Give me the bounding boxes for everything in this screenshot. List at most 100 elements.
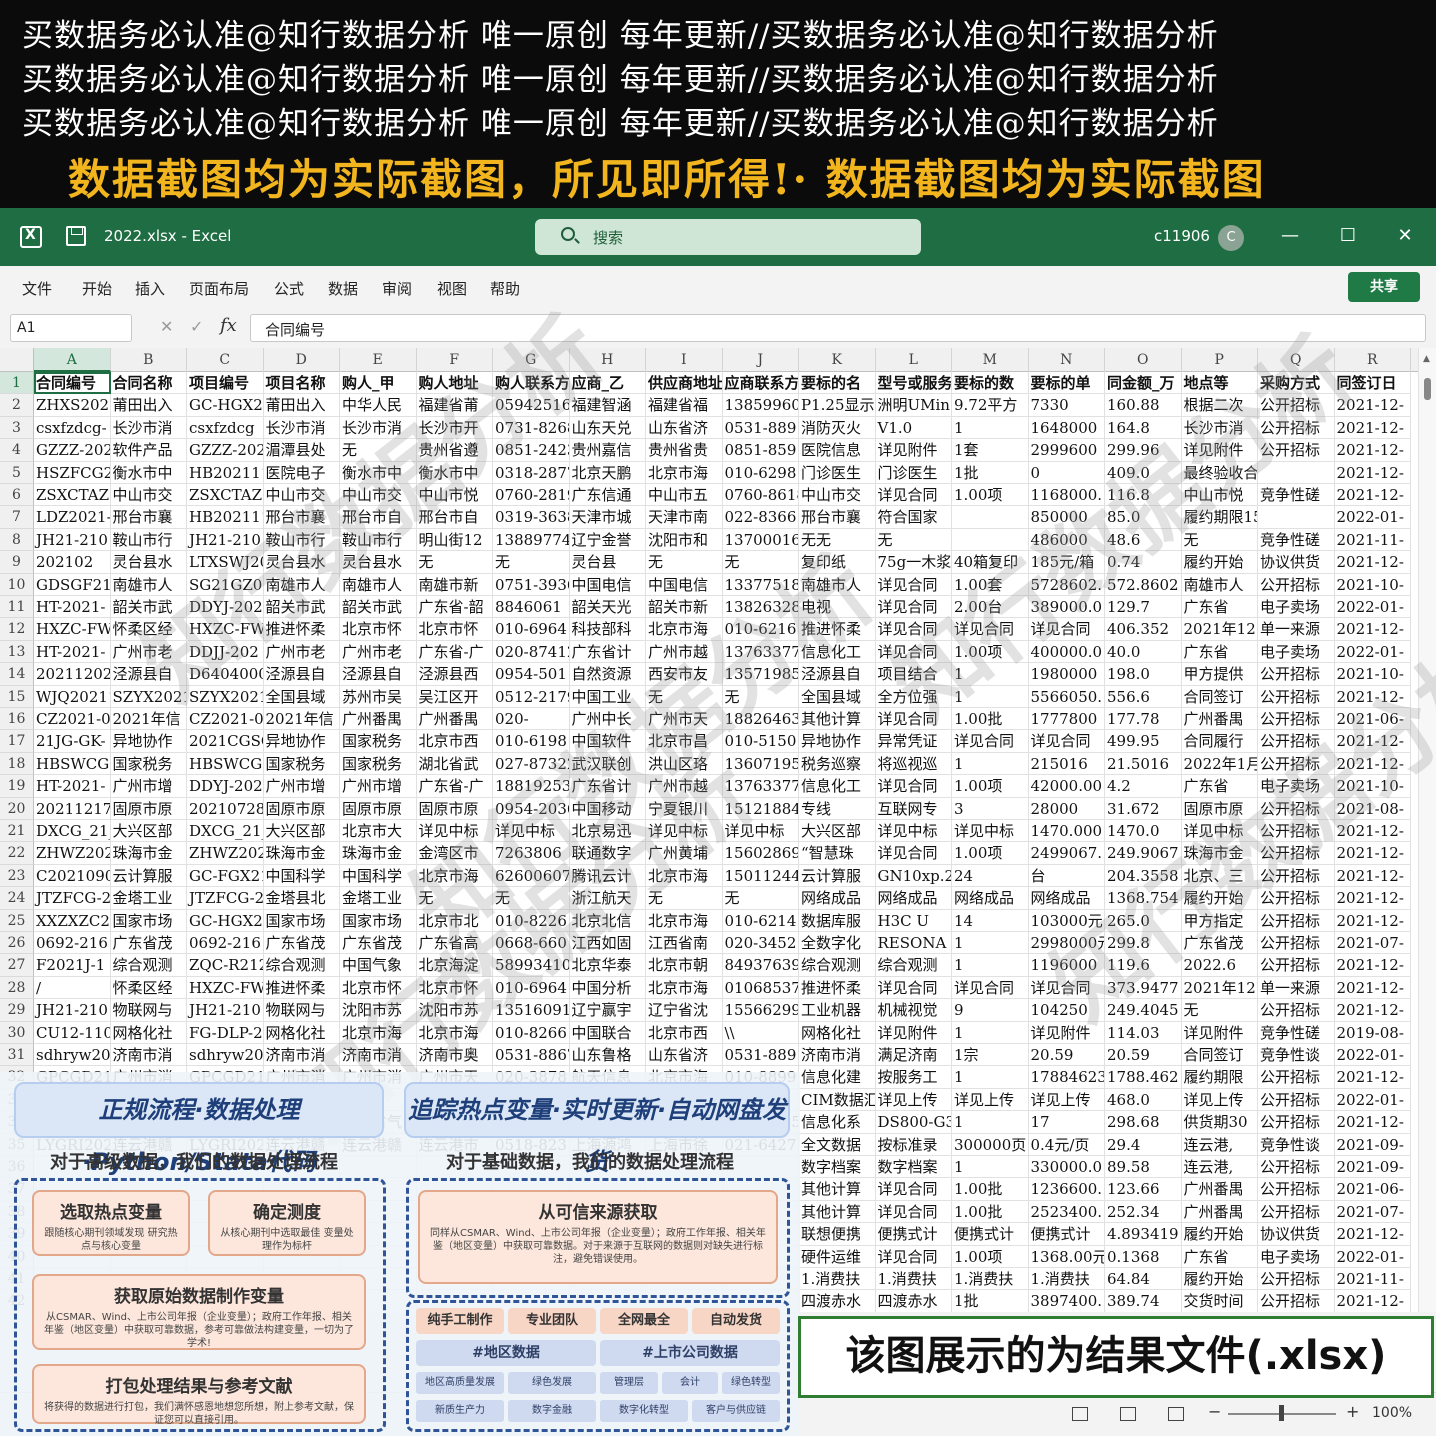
row-header[interactable]: 19 — [0, 775, 34, 798]
cell[interactable]: 1368.00元 — [1028, 1245, 1105, 1268]
cell[interactable]: 40箱复印 — [952, 551, 1029, 574]
cell[interactable]: 韶关市武 — [263, 596, 340, 619]
cell[interactable]: 1.消费扶 — [799, 1268, 876, 1291]
cell[interactable]: 国家税务 — [340, 730, 417, 753]
cell[interactable]: 0731-8268 — [493, 416, 570, 440]
cell[interactable]: 异地协作 — [799, 730, 876, 753]
cell[interactable]: 北京市北 — [416, 909, 493, 932]
cell[interactable]: 20211202 — [34, 663, 111, 686]
cell[interactable]: 长沙市开 — [416, 416, 493, 440]
cell[interactable]: 综合观测 — [799, 954, 876, 977]
cell[interactable]: 辽宁赢宇 — [569, 999, 646, 1022]
cell[interactable]: 宁夏银川 — [646, 797, 723, 820]
cell[interactable]: 北京市西 — [646, 1021, 723, 1044]
cell[interactable]: HXZC-FW- — [187, 976, 264, 1000]
column-header[interactable]: Q — [1258, 348, 1335, 372]
cell[interactable]: 1470.000 — [1028, 820, 1105, 843]
cell[interactable]: 广东省计 — [569, 640, 646, 664]
page-break-view-icon[interactable] — [1168, 1407, 1184, 1421]
cell[interactable]: JH21-210 — [187, 999, 264, 1022]
cell[interactable]: 13516091 — [493, 999, 570, 1022]
cell[interactable]: 020-3452 — [722, 932, 799, 955]
cell[interactable]: 2021-12- — [1334, 1223, 1411, 1246]
tab-help[interactable]: 帮助 — [490, 278, 520, 299]
cell[interactable]: 010-5150 — [722, 730, 799, 753]
cell[interactable]: 泾源县自 — [263, 663, 340, 686]
cell[interactable]: 1.00项 — [952, 842, 1029, 865]
cell[interactable]: 160.88 — [1105, 394, 1182, 417]
cell[interactable]: 0318-2877 — [493, 461, 570, 484]
cell[interactable]: 国家税务 — [340, 752, 417, 776]
header-cell[interactable]: 采购方式 — [1258, 372, 1335, 395]
cell[interactable]: 2022-01- — [1334, 1245, 1411, 1268]
cell[interactable]: 公开招标 — [1258, 439, 1335, 462]
cell[interactable]: 广州市越 — [646, 775, 723, 798]
header-cell[interactable]: 同金额_万 — [1105, 372, 1182, 395]
cell[interactable]: 2021-12- — [1334, 1111, 1411, 1134]
name-box[interactable]: A1 — [10, 314, 132, 342]
cell[interactable]: 竞争性磋 — [1258, 1021, 1335, 1044]
cell[interactable]: 怀柔区经 — [110, 618, 187, 641]
cell[interactable]: 2021-07- — [1334, 1200, 1411, 1224]
cell[interactable]: 0319-3638 — [493, 506, 570, 529]
cell[interactable]: ZHWZ2021 — [187, 842, 264, 865]
cell[interactable]: 广州番禺 — [1181, 1178, 1258, 1201]
cell[interactable]: 合同签订 — [1181, 1044, 1258, 1067]
header-cell[interactable]: 合同编号 — [34, 372, 111, 395]
column-header[interactable]: D — [264, 348, 340, 372]
cell[interactable]: 1196000 — [1028, 954, 1105, 977]
cell[interactable]: 2021-12- — [1334, 954, 1411, 977]
cell[interactable]: 中国软件 — [569, 730, 646, 753]
cell[interactable]: 1 — [952, 1156, 1029, 1179]
close-button[interactable]: ✕ — [1393, 224, 1417, 248]
cell[interactable]: 1 — [952, 954, 1029, 977]
cell[interactable]: DXCG_21_ — [187, 820, 264, 843]
cell[interactable]: 无 — [493, 551, 570, 574]
cell[interactable]: 20211217 — [34, 797, 111, 820]
header-cell[interactable]: 购人联系方 — [493, 372, 570, 395]
cell[interactable]: 科技部科 — [569, 618, 646, 641]
cell[interactable]: 1 — [952, 1066, 1029, 1089]
column-header[interactable]: H — [570, 348, 646, 372]
cell[interactable]: 按服务工 — [875, 1066, 952, 1089]
cell[interactable]: 详见合同 — [1028, 618, 1105, 641]
header-cell[interactable]: 购人地址 — [416, 372, 493, 395]
cell[interactable]: 公开招标 — [1258, 1066, 1335, 1089]
cell[interactable]: HXZC-FW- — [187, 618, 264, 641]
normal-view-icon[interactable] — [1072, 1407, 1088, 1421]
cell[interactable]: LDZ2021- — [34, 506, 111, 529]
cell[interactable]: 公开招标 — [1258, 708, 1335, 731]
cell[interactable]: 苏州市吴 — [340, 685, 417, 708]
cell[interactable]: 中山市悦 — [416, 484, 493, 507]
cell[interactable]: 572.8602 — [1105, 573, 1182, 596]
cell[interactable]: 北京市怀 — [340, 618, 417, 641]
cell[interactable]: 公开招标 — [1258, 932, 1335, 955]
row-header[interactable]: 17 — [0, 730, 34, 753]
scroll-thumb[interactable] — [1424, 378, 1431, 400]
cell[interactable]: 17 — [1028, 1111, 1105, 1134]
cell[interactable]: 中国气象 — [340, 954, 417, 977]
cell[interactable]: 北京市海 — [646, 864, 723, 888]
cell[interactable]: 7263806 — [493, 842, 570, 865]
cell[interactable]: 3897400. — [1028, 1290, 1105, 1312]
cell[interactable]: 北京市海 — [340, 1021, 417, 1044]
cell[interactable]: 专线 — [799, 797, 876, 820]
cell[interactable]: 广州市天 — [646, 708, 723, 731]
cell[interactable]: 广东省茂 — [263, 932, 340, 955]
cell[interactable]: 无 — [646, 551, 723, 574]
cell[interactable]: 履约开始 — [1181, 551, 1258, 574]
cell[interactable]: 2021-11- — [1334, 1268, 1411, 1291]
cell[interactable]: 物联网与 — [110, 999, 187, 1022]
cell[interactable]: 灵台县水 — [340, 551, 417, 574]
cell[interactable]: DS800-G3 — [875, 1111, 952, 1134]
cell[interactable]: 网络成品 — [799, 887, 876, 910]
row-header[interactable]: 23 — [0, 864, 34, 888]
cell[interactable]: 2021-12- — [1334, 416, 1411, 440]
cell[interactable]: 泾源县自 — [110, 663, 187, 686]
cell[interactable]: 长沙市消 — [110, 416, 187, 440]
cell[interactable]: 广东省-广 — [416, 775, 493, 798]
cell[interactable]: 13377518 — [722, 573, 799, 596]
cell[interactable]: 协议供货 — [1258, 551, 1335, 574]
cell[interactable]: P1.25显示 — [799, 394, 876, 417]
row-header[interactable]: 18 — [0, 752, 34, 776]
